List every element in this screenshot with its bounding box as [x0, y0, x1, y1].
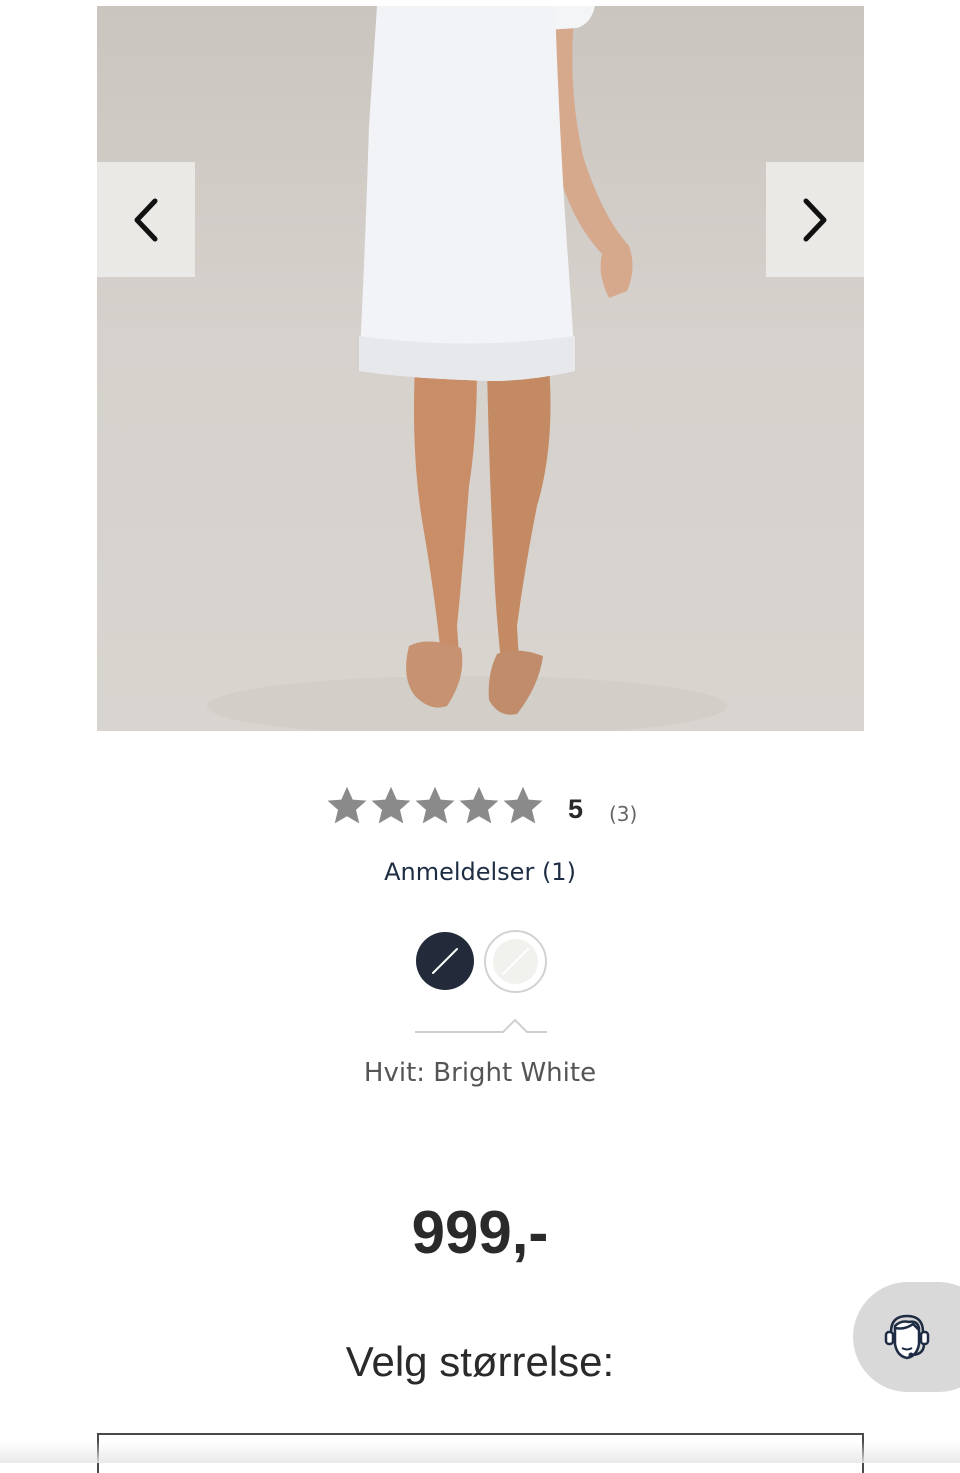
chevron-right-icon	[803, 198, 827, 241]
color-swatch-white[interactable]	[484, 930, 547, 993]
selected-color-indicator	[415, 1018, 547, 1033]
customer-support-chat-button[interactable]	[853, 1282, 960, 1392]
product-photo	[207, 6, 727, 731]
star-icon	[503, 786, 543, 824]
color-swatches	[0, 930, 960, 994]
unavailable-slash-icon	[432, 948, 458, 974]
bottom-shadow	[0, 1441, 960, 1463]
star-icon	[327, 786, 367, 824]
product-price: 999,-	[411, 1199, 549, 1266]
color-swatch-navy[interactable]	[416, 932, 474, 990]
selected-color-name: Hvit: Bright White	[363, 1058, 597, 1088]
chevron-left-icon	[134, 198, 158, 241]
size-label: Velg størrelse:	[345, 1338, 615, 1385]
star-icon	[371, 786, 411, 824]
gallery-next-button[interactable]	[766, 162, 864, 277]
reviews-link[interactable]: Anmeldelser (1)	[0, 858, 960, 886]
product-rating[interactable]: 5 (3)	[0, 782, 960, 832]
rating-stars	[325, 782, 545, 830]
rating-count: (3)	[609, 802, 638, 826]
product-image-gallery[interactable]	[97, 6, 864, 731]
unavailable-slash-icon	[502, 948, 529, 975]
rating-score: 5	[568, 794, 584, 824]
star-icon	[459, 786, 499, 824]
support-agent-icon	[884, 1314, 930, 1360]
star-icon	[415, 786, 455, 824]
gallery-prev-button[interactable]	[97, 162, 195, 277]
